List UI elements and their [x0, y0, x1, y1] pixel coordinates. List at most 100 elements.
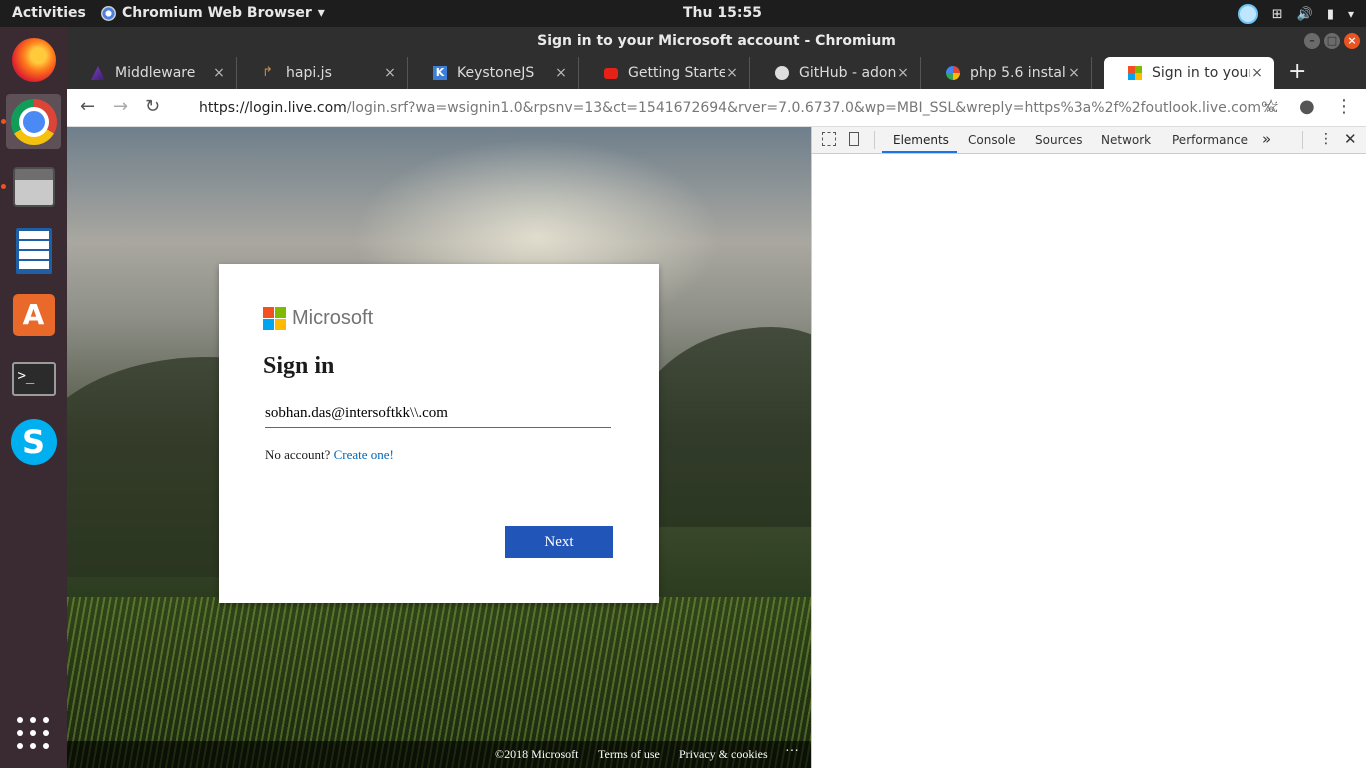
youtube-favicon-icon: [604, 67, 618, 79]
signin-card: Microsoft Sign in No account? Create one…: [219, 264, 659, 603]
browser-toolbar: ← → ↻ https://login.live.com /login.srf?…: [67, 89, 1366, 127]
app-menu-label: Chromium Web Browser: [122, 5, 312, 21]
dock-files[interactable]: [6, 159, 61, 214]
more-options-icon[interactable]: ···: [785, 744, 799, 760]
network-icon: ⊞: [1271, 6, 1283, 22]
google-favicon-icon: [946, 66, 960, 80]
next-button[interactable]: Next: [505, 526, 613, 558]
inspect-element-icon[interactable]: [822, 132, 836, 146]
menu-kebab-icon[interactable]: ⋮: [1335, 96, 1353, 117]
dock-firefox[interactable]: [6, 32, 61, 87]
active-tab-indicator: [882, 151, 957, 153]
microsoft-logo: Microsoft: [263, 307, 373, 330]
skype-tray-icon[interactable]: [1237, 4, 1258, 24]
tab-php-install[interactable]: php 5.6 install u ×: [922, 57, 1092, 89]
tab-label: Sign in to your M: [1152, 65, 1250, 81]
libreoffice-writer-icon: [15, 227, 52, 274]
software-center-icon: A: [12, 293, 55, 336]
back-icon[interactable]: ←: [80, 96, 95, 117]
tab-label: Getting Started: [628, 65, 725, 81]
reload-icon[interactable]: ↻: [145, 96, 160, 117]
tab-github[interactable]: GitHub - adonis ×: [751, 57, 921, 89]
page-viewport: Microsoft Sign in No account? Create one…: [67, 127, 811, 768]
microsoft-wordmark: Microsoft: [292, 307, 374, 329]
close-tab-icon[interactable]: ×: [1250, 65, 1264, 81]
show-applications-icon[interactable]: [17, 717, 49, 749]
page-footer: ©2018 Microsoft Terms of use Privacy & c…: [67, 741, 811, 768]
running-indicator: [1, 119, 6, 124]
close-tab-icon[interactable]: ×: [1067, 65, 1081, 81]
address-bar[interactable]: https://login.live.com /login.srf?wa=wsi…: [187, 96, 1277, 120]
tab-microsoft-signin[interactable]: Sign in to your M ×: [1104, 57, 1274, 89]
bookmark-star-icon[interactable]: ☆: [1263, 96, 1279, 117]
close-tab-icon[interactable]: ×: [725, 65, 739, 81]
tab-label: Middleware: [115, 65, 196, 81]
profile-icon[interactable]: ●: [1299, 96, 1315, 117]
window-title-bar: Sign in to your Microsoft account - Chro…: [67, 27, 1366, 55]
chromium-icon: [10, 98, 57, 145]
copyright-text: ©2018 Microsoft: [495, 747, 579, 761]
terms-link[interactable]: Terms of use: [598, 747, 660, 762]
maximize-button[interactable]: □: [1324, 33, 1340, 49]
tab-middleware[interactable]: Middleware ×: [67, 57, 237, 89]
devtools-overflow-icon[interactable]: »: [1262, 130, 1271, 148]
devtools-tab-sources[interactable]: Sources: [1035, 133, 1082, 147]
devtools-close-icon[interactable]: ✕: [1344, 130, 1357, 148]
close-tab-icon[interactable]: ×: [212, 65, 226, 81]
microsoft-favicon-icon: [1128, 66, 1142, 80]
minimize-button[interactable]: –: [1304, 33, 1320, 49]
devtools-tab-network[interactable]: Network: [1101, 133, 1151, 147]
new-tab-button[interactable]: +: [1288, 59, 1306, 84]
tab-getting-started[interactable]: Getting Started ×: [580, 57, 750, 89]
divider: [1302, 131, 1303, 149]
close-button[interactable]: ×: [1344, 33, 1360, 49]
devtools-panel: Elements Console Sources Network Perform…: [811, 127, 1366, 768]
devtools-menu-icon[interactable]: ⋮: [1319, 131, 1333, 147]
create-account-link[interactable]: Create one!: [334, 447, 394, 462]
tab-hapi[interactable]: ↱ hapi.js ×: [238, 57, 408, 89]
system-tray[interactable]: ⊞ 🔊 ▮ ▾: [1237, 4, 1354, 24]
hapi-favicon-icon: ↱: [262, 65, 273, 80]
devtools-toolbar: Elements Console Sources Network Perform…: [812, 127, 1366, 154]
clock[interactable]: Thu 15:55: [683, 5, 762, 21]
tab-label: php 5.6 install u: [970, 65, 1067, 81]
battery-icon: ▮: [1326, 6, 1334, 22]
forward-icon[interactable]: →: [113, 96, 128, 117]
dock-skype[interactable]: S: [6, 414, 61, 469]
url-host: https://login.live.com: [199, 100, 347, 116]
tab-strip: Middleware × ↱ hapi.js × K KeystoneJS × …: [67, 55, 1366, 89]
microsoft-logo-icon: [263, 307, 286, 330]
app-menu[interactable]: Chromium Web Browser ▾: [101, 5, 325, 21]
chromium-icon: [101, 5, 116, 21]
tab-keystonejs[interactable]: K KeystoneJS ×: [409, 57, 579, 89]
devtools-tab-performance[interactable]: Performance: [1172, 133, 1248, 147]
activities-button[interactable]: Activities: [12, 5, 86, 21]
firefox-icon: [11, 37, 56, 82]
email-field[interactable]: [265, 399, 611, 428]
system-top-bar: Activities Chromium Web Browser ▾ Thu 15…: [0, 0, 1366, 27]
close-tab-icon[interactable]: ×: [896, 65, 910, 81]
files-icon: [12, 166, 55, 207]
volume-icon: 🔊: [1296, 6, 1313, 22]
tab-label: KeystoneJS: [457, 65, 535, 81]
devtools-tab-elements[interactable]: Elements: [893, 133, 949, 147]
page-title: Sign in: [263, 353, 335, 379]
close-tab-icon[interactable]: ×: [554, 65, 568, 81]
no-account-text: No account? Create one!: [265, 447, 394, 463]
privacy-link[interactable]: Privacy & cookies: [679, 747, 768, 762]
chevron-down-icon: ▾: [317, 5, 325, 21]
close-tab-icon[interactable]: ×: [383, 65, 397, 81]
github-favicon-icon: [775, 66, 789, 80]
url-path: /login.srf?wa=wsignin1.0&rpsnv=13&ct=154…: [346, 100, 1277, 116]
device-toolbar-icon[interactable]: [849, 132, 859, 146]
dock-writer[interactable]: [6, 223, 61, 278]
dock-software[interactable]: A: [6, 287, 61, 342]
dock-chromium[interactable]: [6, 94, 61, 149]
running-indicator: [1, 184, 6, 189]
window-title: Sign in to your Microsoft account - Chro…: [537, 33, 896, 49]
devtools-tab-console[interactable]: Console: [968, 133, 1016, 147]
keystone-favicon-icon: K: [433, 66, 447, 80]
dock-terminal[interactable]: >_: [6, 351, 61, 406]
tab-label: hapi.js: [286, 65, 332, 81]
dock: A >_ S: [0, 27, 67, 768]
